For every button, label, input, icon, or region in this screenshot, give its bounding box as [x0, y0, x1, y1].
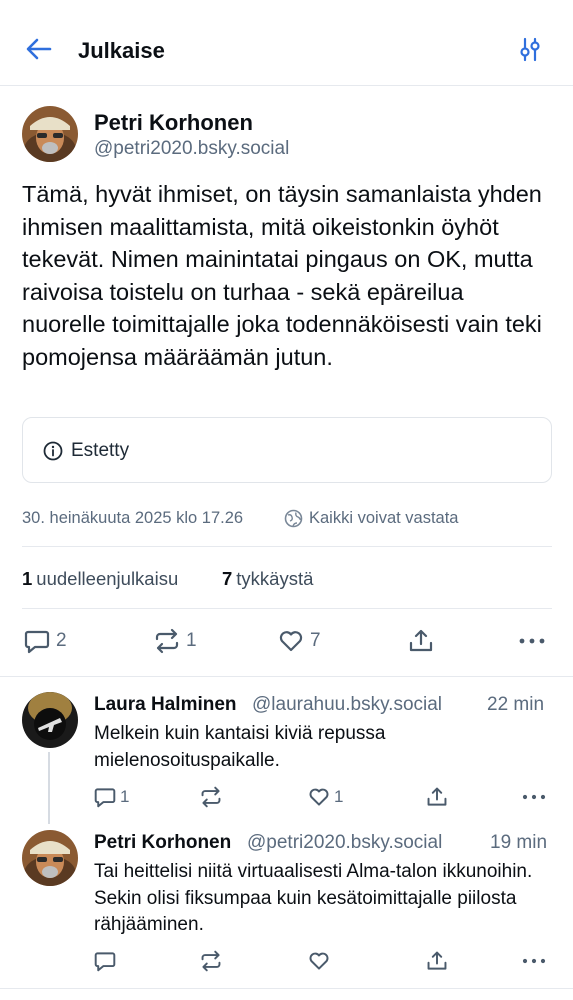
page-title: Julkaise [78, 38, 165, 63]
divider [22, 608, 552, 609]
divider [22, 546, 552, 547]
speech-bubble-icon [94, 788, 116, 808]
repost-icon [201, 786, 221, 808]
reply-reply-button[interactable] [94, 950, 116, 972]
sliders-icon [520, 37, 540, 62]
share-icon [427, 787, 447, 806]
reply-share-button[interactable] [426, 786, 448, 808]
divider [0, 988, 573, 989]
reply-avatar[interactable] [22, 692, 78, 748]
reply-time[interactable]: 19 min [490, 832, 547, 854]
reply-more-button[interactable] [522, 786, 546, 808]
heart-icon [309, 952, 329, 970]
divider [0, 676, 573, 677]
top-bar: Julkaise [0, 0, 573, 86]
likes-stat[interactable]: 7 tykkäystä [222, 568, 313, 590]
reply-author-handle[interactable]: @laurahuu.bsky.social [252, 694, 442, 716]
post-text: Tämä, hyvät ihmiset, on täysin samanlais… [22, 181, 542, 370]
reposts-label: uudelleenjulkaisu [36, 568, 179, 589]
like-button[interactable]: 7 [278, 628, 328, 656]
back-button[interactable] [24, 34, 54, 64]
more-options-button[interactable] [518, 628, 546, 656]
reply-more-button[interactable] [522, 950, 546, 972]
reply-button[interactable]: 2 [24, 628, 74, 656]
reply-share-button[interactable] [426, 950, 448, 972]
share-button[interactable] [408, 628, 434, 656]
reply-count: 2 [56, 630, 67, 651]
ellipsis-icon [522, 794, 546, 800]
reply-repost-button[interactable] [200, 786, 240, 808]
reply-text: Tai heittelisi niitä virtuaalisesti Alma… [94, 861, 533, 935]
share-icon [409, 629, 433, 652]
reply-author-name[interactable]: Laura Halminen [94, 694, 237, 716]
reply-author-name[interactable]: Petri Korhonen [94, 832, 231, 854]
speech-bubble-icon [24, 630, 50, 654]
share-icon [427, 951, 447, 970]
reply-setting-label: Kaikki voivat vastata [309, 509, 459, 527]
reply-like-count: 1 [334, 787, 344, 806]
heart-icon [279, 631, 303, 652]
author-handle[interactable]: @petri2020.bsky.social [94, 138, 289, 160]
author-avatar[interactable] [22, 106, 78, 162]
thread-line [48, 752, 50, 824]
ellipsis-icon [519, 638, 545, 644]
reposts-stat[interactable]: 1 uudelleenjulkaisu [22, 568, 178, 590]
arrow-left-icon [26, 38, 52, 60]
reposts-count: 1 [22, 568, 33, 589]
blocked-quote-card[interactable]: Estetty [22, 417, 552, 483]
reply-author-handle[interactable]: @petri2020.bsky.social [247, 832, 442, 854]
speech-bubble-icon [94, 952, 116, 972]
reply-reply-button[interactable]: 1 [94, 786, 134, 808]
ellipsis-icon [522, 958, 546, 964]
repost-count: 1 [186, 630, 197, 651]
repost-button[interactable]: 1 [154, 628, 204, 656]
likes-label: tykkäystä [236, 568, 314, 589]
reply-time[interactable]: 22 min [487, 694, 544, 716]
likes-count: 7 [222, 568, 233, 589]
reply-repost-button[interactable] [200, 950, 222, 972]
repost-icon [155, 628, 179, 654]
info-icon [43, 441, 63, 461]
post-timestamp: 30. heinäkuuta 2025 klo 17.26 [22, 509, 244, 527]
reply-like-button[interactable]: 1 [308, 786, 348, 808]
reply-avatar[interactable] [22, 830, 78, 886]
author-name[interactable]: Petri Korhonen [94, 110, 253, 136]
reply-reply-count: 1 [120, 787, 130, 806]
like-count: 7 [310, 630, 321, 651]
thread-options-button[interactable] [517, 36, 543, 62]
repost-icon [201, 950, 221, 972]
reply-like-button[interactable] [308, 950, 330, 972]
earth-icon [284, 509, 303, 528]
heart-icon [309, 788, 329, 806]
blocked-label: Estetty [71, 440, 130, 461]
reply-text: Melkein kuin kantaisi kiviä repussa miel… [94, 723, 386, 771]
